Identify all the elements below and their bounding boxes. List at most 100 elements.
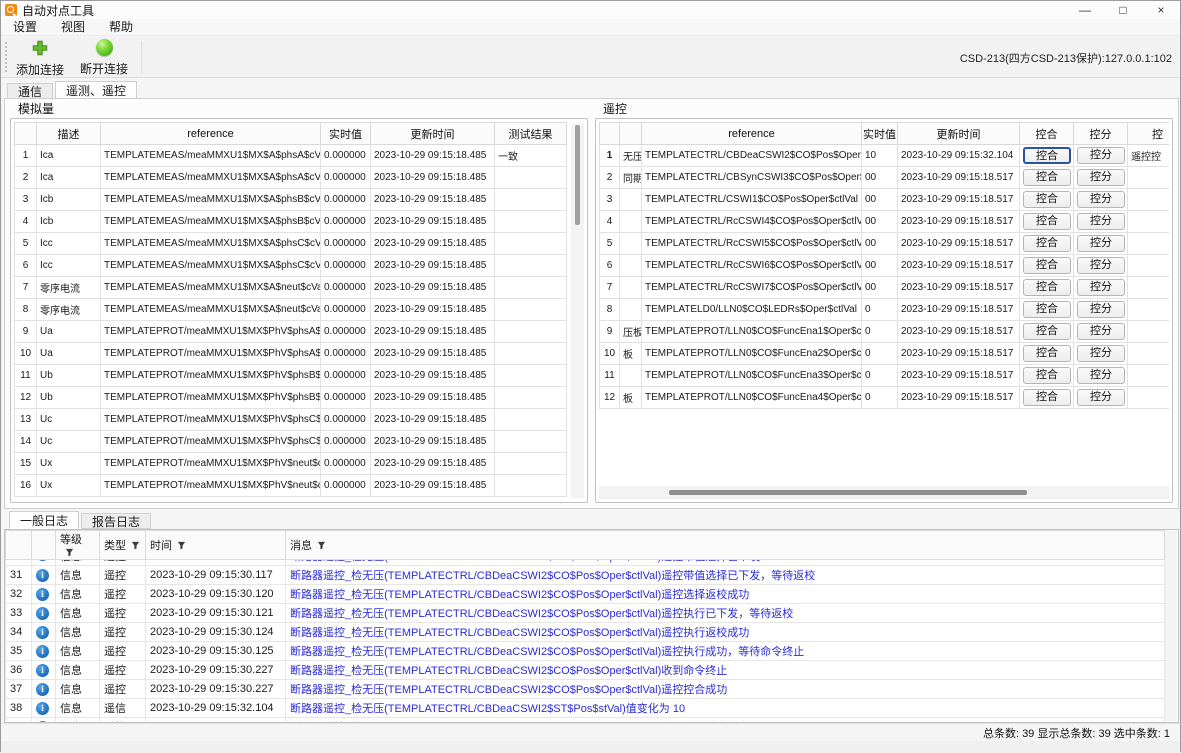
log-row[interactable]: 38 信息 遥信 2023-10-29 09:15:32.104 断路器遥控_检… — [6, 699, 1165, 718]
control-close-button[interactable]: 控合 — [1023, 213, 1071, 230]
control-close-button[interactable]: 控合 — [1023, 323, 1071, 340]
control-open-button[interactable]: 控分 — [1077, 169, 1125, 186]
control-horizontal-scrollbar[interactable] — [599, 486, 1169, 499]
log-col-icon[interactable] — [32, 531, 56, 560]
maximize-button[interactable]: □ — [1104, 1, 1142, 19]
control-col-close[interactable]: 控合 — [1020, 123, 1074, 145]
control-col-value[interactable]: 实时值 — [862, 123, 898, 145]
log-row[interactable]: 37 信息 遥控 2023-10-29 09:15:30.227 断路器遥控_检… — [6, 680, 1165, 699]
control-col-time[interactable]: 更新时间 — [898, 123, 1020, 145]
control-open-button[interactable]: 控分 — [1077, 389, 1125, 406]
log-col-index[interactable] — [6, 531, 32, 560]
analog-row[interactable]: 7 零序电流 TEMPLATEMEAS/meaMMXU1$MX$A$neut$c… — [15, 277, 567, 299]
menu-item[interactable]: 帮助 — [97, 19, 145, 36]
control-col-reference[interactable]: reference — [642, 123, 862, 145]
control-row[interactable]: 3 TEMPLATECTRL/CSWI1$CO$Pos$Oper$ctlVal … — [600, 189, 1170, 211]
log-row[interactable]: 34 信息 遥控 2023-10-29 09:15:30.124 断路器遥控_检… — [6, 623, 1165, 642]
log-col-type[interactable]: 类型 — [100, 531, 146, 560]
control-row[interactable]: 10 板 TEMPLATEPROT/LLN0$CO$FuncEna2$Oper$… — [600, 343, 1170, 365]
control-row[interactable]: 6 TEMPLATECTRL/RcCSWI6$CO$Pos$Oper$ctlVa… — [600, 255, 1170, 277]
control-open-button[interactable]: 控分 — [1077, 367, 1125, 384]
add-connection-button[interactable]: 添加连接 — [9, 39, 71, 76]
analog-col-desc[interactable]: 描述 — [37, 123, 101, 145]
log-vertical-scrollbar[interactable] — [1165, 531, 1177, 721]
control-row[interactable]: 7 TEMPLATECTRL/RcCSWI7$CO$Pos$Oper$ctlVa… — [600, 277, 1170, 299]
log-row[interactable]: 36 信息 遥控 2023-10-29 09:15:30.227 断路器遥控_检… — [6, 661, 1165, 680]
log-col-time[interactable]: 时间 — [146, 531, 286, 560]
analog-row[interactable]: 1 Ica TEMPLATEMEAS/meaMMXU1$MX$A$phsA$cV… — [15, 145, 567, 167]
filter-icon[interactable] — [65, 548, 74, 557]
control-close-button[interactable]: 控合 — [1023, 169, 1071, 186]
analog-row[interactable]: 10 Ua TEMPLATEPROT/meaMMXU1$MX$PhV$phsA$… — [15, 343, 567, 365]
control-open-button[interactable]: 控分 — [1077, 213, 1125, 230]
analog-col-time[interactable]: 更新时间 — [371, 123, 495, 145]
analog-row[interactable]: 9 Ua TEMPLATEPROT/meaMMXU1$MX$PhV$phsA$c… — [15, 321, 567, 343]
tab-general-log[interactable]: 一般日志 — [9, 511, 79, 529]
analog-vertical-scrollbar[interactable] — [571, 123, 584, 498]
analog-row[interactable]: 8 零序电流 TEMPLATEMEAS/meaMMXU1$MX$A$neut$c… — [15, 299, 567, 321]
tab-telemetry-control[interactable]: 遥测、遥控 — [55, 81, 137, 99]
control-open-button[interactable]: 控分 — [1077, 279, 1125, 296]
analog-row[interactable]: 12 Ub TEMPLATEPROT/meaMMXU1$MX$PhV$phsB$… — [15, 387, 567, 409]
analog-scrollbar-thumb[interactable] — [575, 125, 580, 225]
filter-icon[interactable] — [131, 541, 140, 550]
analog-row[interactable]: 13 Uc TEMPLATEPROT/meaMMXU1$MX$PhV$phsC$… — [15, 409, 567, 431]
control-col-desc[interactable] — [620, 123, 642, 145]
analog-row[interactable]: 6 Icc TEMPLATEMEAS/meaMMXU1$MX$A$phsC$cV… — [15, 255, 567, 277]
control-close-button[interactable]: 控合 — [1023, 191, 1071, 208]
analog-col-reference[interactable]: reference — [101, 123, 321, 145]
analog-col-index[interactable] — [15, 123, 37, 145]
analog-row[interactable]: 14 Uc TEMPLATEPROT/meaMMXU1$MX$PhV$phsC$… — [15, 431, 567, 453]
filter-icon[interactable] — [317, 541, 326, 550]
menu-item[interactable]: 视图 — [49, 19, 97, 36]
log-col-level[interactable]: 等级 — [56, 531, 100, 560]
close-button[interactable]: × — [1142, 1, 1180, 19]
control-row[interactable]: 4 TEMPLATECTRL/RcCSWI4$CO$Pos$Oper$ctlVa… — [600, 211, 1170, 233]
analog-row[interactable]: 16 Ux TEMPLATEPROT/meaMMXU1$MX$PhV$neut$… — [15, 475, 567, 497]
control-open-button[interactable]: 控分 — [1077, 257, 1125, 274]
control-row[interactable]: 11 TEMPLATEPROT/LLN0$CO$FuncEna3$Oper$ct… — [600, 365, 1170, 387]
analog-row[interactable]: 2 Ica TEMPLATEMEAS/meaMMXU1$MX$A$phsA$cV… — [15, 167, 567, 189]
tab-report-log[interactable]: 报告日志 — [81, 513, 151, 529]
control-open-button[interactable]: 控分 — [1077, 323, 1125, 340]
analog-row[interactable]: 15 Ux TEMPLATEPROT/meaMMXU1$MX$PhV$neut$… — [15, 453, 567, 475]
control-close-button[interactable]: 控合 — [1023, 279, 1071, 296]
disconnect-button[interactable]: 断开连接 — [73, 39, 135, 76]
log-col-message[interactable]: 消息 — [286, 531, 1165, 560]
analog-row[interactable]: 11 Ub TEMPLATEPROT/meaMMXU1$MX$PhV$phsB$… — [15, 365, 567, 387]
control-col-result[interactable]: 控 — [1128, 123, 1170, 145]
analog-row[interactable]: 5 Icc TEMPLATEMEAS/meaMMXU1$MX$A$phsC$cV… — [15, 233, 567, 255]
log-row[interactable]: 32 信息 遥控 2023-10-29 09:15:30.120 断路器遥控_检… — [6, 585, 1165, 604]
log-row[interactable]: 33 信息 遥控 2023-10-29 09:15:30.121 断路器遥控_检… — [6, 604, 1165, 623]
control-open-button[interactable]: 控分 — [1077, 147, 1125, 164]
analog-row[interactable]: 4 Icb TEMPLATEMEAS/meaMMXU1$MX$A$phsB$cV… — [15, 211, 567, 233]
log-row[interactable]: 31 信息 遥控 2023-10-29 09:15:30.117 断路器遥控_检… — [6, 566, 1165, 585]
menu-item[interactable]: 设置 — [1, 19, 49, 36]
control-row[interactable]: 12 板 TEMPLATEPROT/LLN0$CO$FuncEna4$Oper$… — [600, 387, 1170, 409]
tab-communication[interactable]: 通信 — [7, 83, 53, 99]
control-col-index[interactable] — [600, 123, 620, 145]
control-close-button[interactable]: 控合 — [1023, 389, 1071, 406]
control-close-button[interactable]: 控合 — [1023, 235, 1071, 252]
control-close-button[interactable]: 控合 — [1023, 345, 1071, 362]
control-row[interactable]: 2 同期 TEMPLATECTRL/CBSynCSWI3$CO$Pos$Oper… — [600, 167, 1170, 189]
log-row[interactable]: 35 信息 遥控 2023-10-29 09:15:30.125 断路器遥控_检… — [6, 642, 1165, 661]
analog-col-result[interactable]: 测试结果 — [495, 123, 567, 145]
control-row[interactable]: 5 TEMPLATECTRL/RcCSWI5$CO$Pos$Oper$ctlVa… — [600, 233, 1170, 255]
control-row[interactable]: 1 无压 TEMPLATECTRL/CBDeaCSWI2$CO$Pos$Oper… — [600, 145, 1170, 167]
control-row[interactable]: 8 TEMPLATELD0/LLN0$CO$LEDRs$Oper$ctlVal … — [600, 299, 1170, 321]
control-scrollbar-thumb[interactable] — [669, 490, 1027, 495]
control-close-button[interactable]: 控合 — [1023, 367, 1071, 384]
control-close-button[interactable]: 控合 — [1023, 147, 1071, 164]
control-open-button[interactable]: 控分 — [1077, 191, 1125, 208]
control-open-button[interactable]: 控分 — [1077, 345, 1125, 362]
analog-row[interactable]: 3 Icb TEMPLATEMEAS/meaMMXU1$MX$A$phsB$cV… — [15, 189, 567, 211]
control-close-button[interactable]: 控合 — [1023, 301, 1071, 318]
control-open-button[interactable]: 控分 — [1077, 235, 1125, 252]
control-row[interactable]: 9 压板 TEMPLATEPROT/LLN0$CO$FuncEna1$Oper$… — [600, 321, 1170, 343]
control-close-button[interactable]: 控合 — [1023, 257, 1071, 274]
control-col-open[interactable]: 控分 — [1074, 123, 1128, 145]
minimize-button[interactable]: — — [1066, 1, 1104, 19]
filter-icon[interactable] — [177, 541, 186, 550]
control-open-button[interactable]: 控分 — [1077, 301, 1125, 318]
